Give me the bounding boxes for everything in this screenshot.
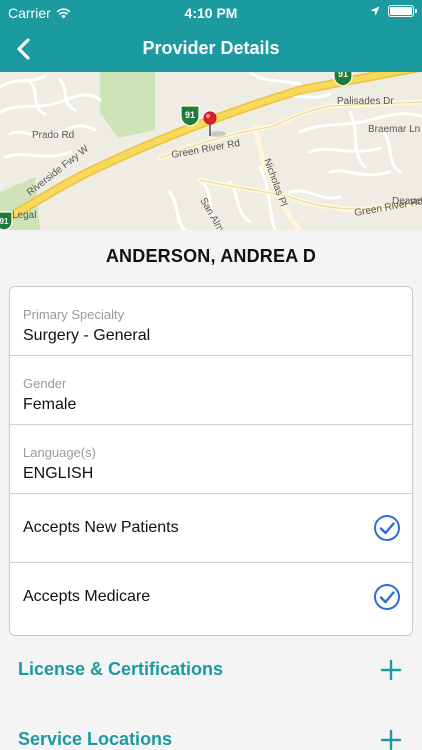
gender-label: Gender <box>23 376 67 391</box>
map-label-palisades: Palisades Dr <box>337 96 394 107</box>
primary-specialty-row: Primary Specialty Surgery - General <box>10 287 412 356</box>
checkmark-circle-icon <box>374 584 400 610</box>
accepts-medicare-label: Accepts Medicare <box>23 588 151 605</box>
accepts-new-patients-row: Accepts New Patients <box>10 494 412 563</box>
nav-bar: Provider Details <box>0 26 422 72</box>
svg-text:91: 91 <box>338 72 348 79</box>
svg-text:91: 91 <box>0 217 9 226</box>
map-label-prado: Prado Rd <box>32 130 74 141</box>
primary-specialty-label: Primary Specialty <box>23 307 125 322</box>
accepts-new-patients-label: Accepts New Patients <box>23 519 179 536</box>
highway-shield-icon: 91 <box>180 105 200 127</box>
svg-text:91: 91 <box>185 110 195 120</box>
status-time: 4:10 PM <box>184 5 238 21</box>
provider-name: ANDERSON, ANDREA D <box>105 246 317 266</box>
plus-icon[interactable] <box>380 729 402 750</box>
status-bar: Carrier 4:10 PM <box>0 0 422 26</box>
map-label-legal: Legal <box>12 210 36 221</box>
map-label-braemar: Braemar Ln <box>368 124 420 135</box>
checkmark-circle-icon <box>374 515 400 541</box>
battery-icon <box>388 5 417 17</box>
location-arrow-icon <box>370 6 380 16</box>
gender-row: Gender Female <box>10 356 412 425</box>
language-row: Language(s) ENGLISH <box>10 425 412 494</box>
service-locations-section[interactable]: Service Locations <box>0 715 422 750</box>
license-certifications-label: License & Certifications <box>18 659 224 679</box>
language-label: Language(s) <box>23 445 96 460</box>
language-value: ENGLISH <box>23 465 94 482</box>
service-locations-label: Service Locations <box>18 729 173 749</box>
primary-specialty-value: Surgery - General <box>23 327 151 344</box>
gender-value: Female <box>23 396 77 413</box>
location-map[interactable]: Palisades Dr Prado Rd Green River Rd Riv… <box>0 72 422 230</box>
accepts-medicare-row: Accepts Medicare <box>10 563 412 632</box>
provider-details-card: Primary Specialty Surgery - General Gend… <box>9 286 413 636</box>
license-certifications-section[interactable]: License & Certifications <box>0 645 422 695</box>
plus-icon[interactable] <box>380 659 402 681</box>
map-label-deave: Deave <box>392 196 421 207</box>
page-title: Provider Details <box>142 38 280 58</box>
highway-shield-icon: 91 <box>0 211 13 230</box>
status-right <box>370 5 417 17</box>
